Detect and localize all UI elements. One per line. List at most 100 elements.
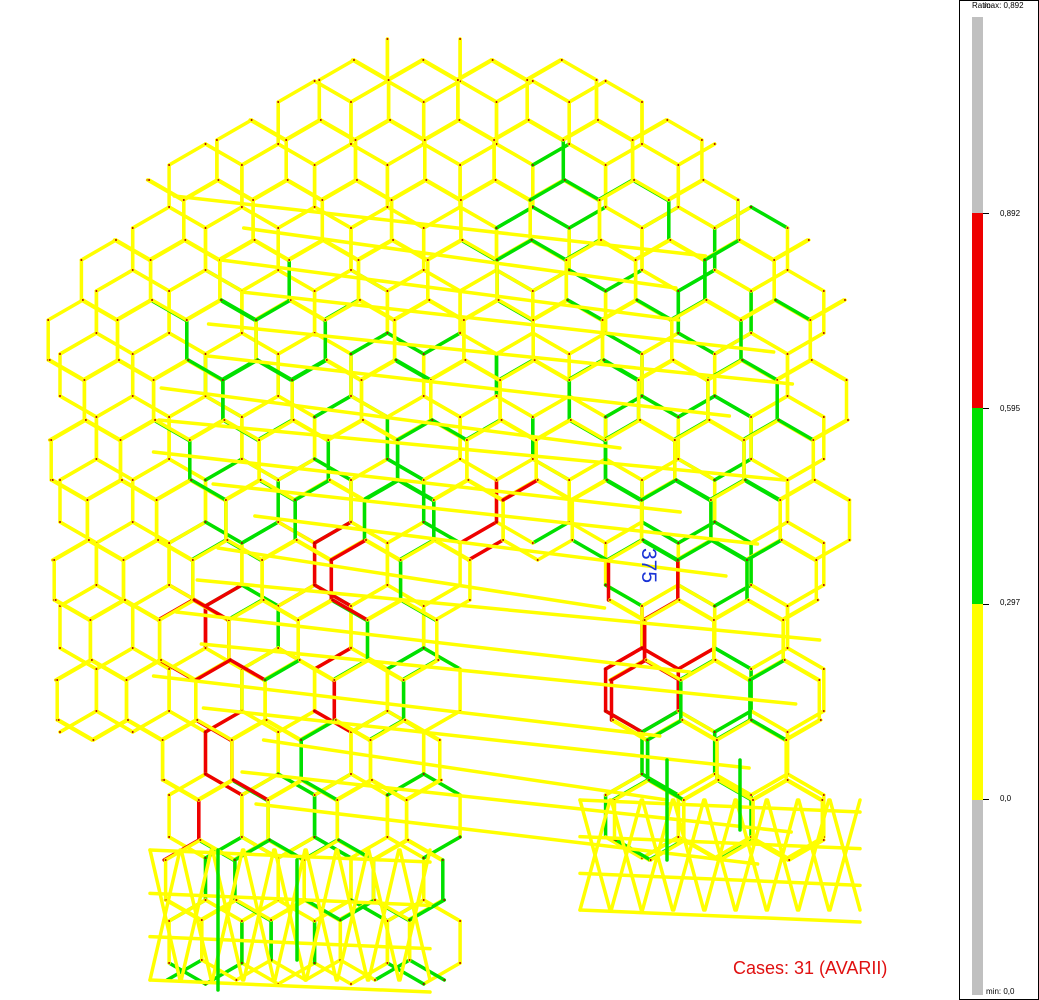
frame-member[interactable] bbox=[240, 331, 280, 356]
frame-member[interactable] bbox=[130, 520, 171, 545]
frame-member[interactable] bbox=[183, 238, 222, 262]
frame-member[interactable] bbox=[569, 418, 608, 442]
frame-member[interactable] bbox=[671, 358, 710, 382]
frame-member[interactable] bbox=[123, 598, 162, 622]
frame-member[interactable] bbox=[317, 58, 356, 82]
frame-member[interactable] bbox=[364, 538, 403, 562]
frame-member[interactable] bbox=[567, 79, 608, 104]
frame-member[interactable] bbox=[203, 268, 244, 293]
frame-member[interactable] bbox=[47, 358, 87, 382]
frame-member[interactable] bbox=[94, 331, 135, 356]
frame-member[interactable] bbox=[749, 394, 790, 419]
frame-member[interactable] bbox=[58, 394, 99, 419]
frame-member[interactable] bbox=[361, 418, 400, 442]
frame-member[interactable] bbox=[234, 898, 273, 922]
frame-member[interactable] bbox=[130, 709, 171, 734]
frame-member[interactable] bbox=[421, 142, 462, 167]
frame-member[interactable] bbox=[742, 418, 781, 442]
frame-member[interactable] bbox=[779, 538, 819, 562]
frame-member[interactable] bbox=[703, 238, 742, 262]
frame-member[interactable] bbox=[494, 394, 535, 419]
frame-member[interactable] bbox=[748, 658, 787, 682]
frame-member[interactable] bbox=[456, 58, 495, 82]
frame-member[interactable] bbox=[58, 709, 99, 734]
frame-member[interactable] bbox=[276, 142, 317, 167]
frame-member[interactable] bbox=[639, 478, 679, 502]
frame-member[interactable] bbox=[526, 118, 566, 142]
frame-member[interactable] bbox=[560, 58, 599, 82]
frame-member[interactable] bbox=[712, 205, 753, 230]
frame-member[interactable] bbox=[630, 118, 670, 142]
frame-member[interactable] bbox=[266, 778, 305, 802]
frame-member[interactable] bbox=[398, 538, 438, 562]
frame-member[interactable] bbox=[228, 658, 267, 682]
frame-member[interactable] bbox=[813, 538, 852, 562]
frame-member[interactable] bbox=[385, 142, 426, 167]
frame-member[interactable] bbox=[645, 718, 685, 742]
frame-member[interactable] bbox=[494, 142, 535, 167]
frame-member[interactable] bbox=[599, 238, 638, 262]
frame-member[interactable] bbox=[494, 268, 535, 293]
frame-member[interactable] bbox=[570, 478, 609, 502]
frame-member[interactable] bbox=[602, 358, 641, 382]
frame-member[interactable] bbox=[776, 418, 816, 442]
frame-member[interactable] bbox=[531, 394, 571, 419]
frame-member[interactable] bbox=[221, 358, 260, 382]
frame-member[interactable] bbox=[749, 268, 790, 293]
frame-member[interactable] bbox=[667, 178, 706, 202]
frame-member[interactable] bbox=[563, 178, 602, 202]
frame-member[interactable] bbox=[458, 142, 499, 167]
frame-member[interactable] bbox=[785, 457, 826, 482]
frame-member[interactable] bbox=[740, 358, 779, 382]
frame-member[interactable] bbox=[81, 298, 120, 322]
frame-member[interactable] bbox=[197, 778, 236, 802]
frame-member[interactable] bbox=[531, 457, 571, 482]
frame-member[interactable] bbox=[810, 358, 849, 382]
frame-member[interactable] bbox=[785, 331, 826, 356]
frame-member[interactable] bbox=[151, 674, 662, 738]
frame-member[interactable] bbox=[712, 646, 753, 671]
frame-member[interactable] bbox=[567, 331, 608, 356]
frame-member[interactable] bbox=[458, 79, 499, 104]
frame-member[interactable] bbox=[312, 142, 353, 167]
frame-member[interactable] bbox=[167, 205, 208, 230]
frame-member[interactable] bbox=[458, 520, 499, 545]
frame-member[interactable] bbox=[605, 478, 644, 502]
frame-member[interactable] bbox=[496, 298, 535, 322]
frame-member[interactable] bbox=[712, 772, 753, 797]
frame-member[interactable] bbox=[203, 205, 244, 230]
frame-member[interactable] bbox=[130, 205, 171, 230]
frame-member[interactable] bbox=[457, 118, 496, 142]
frame-member[interactable] bbox=[156, 538, 195, 562]
frame-member[interactable] bbox=[603, 205, 644, 230]
frame-member[interactable] bbox=[532, 358, 572, 382]
frame-member[interactable] bbox=[388, 118, 427, 142]
frame-member[interactable] bbox=[712, 268, 753, 293]
frame-member[interactable] bbox=[216, 178, 255, 202]
frame-member[interactable] bbox=[203, 142, 244, 167]
frame-member[interactable] bbox=[329, 538, 368, 562]
frame-member[interactable] bbox=[206, 354, 732, 418]
frame-member[interactable] bbox=[263, 658, 302, 682]
frame-member[interactable] bbox=[239, 290, 776, 354]
frame-member[interactable] bbox=[82, 358, 121, 382]
frame-member[interactable] bbox=[389, 178, 429, 202]
frame-member[interactable] bbox=[676, 268, 717, 293]
frame-member[interactable] bbox=[458, 394, 499, 419]
frame-member[interactable] bbox=[160, 718, 200, 742]
frame-member[interactable] bbox=[640, 142, 681, 167]
frame-member[interactable] bbox=[811, 418, 850, 442]
frame-member[interactable] bbox=[58, 331, 99, 356]
frame-member[interactable] bbox=[808, 298, 847, 322]
frame-member[interactable] bbox=[460, 238, 499, 262]
frame-member[interactable] bbox=[79, 238, 118, 262]
frame-member[interactable] bbox=[531, 520, 571, 545]
frame-member[interactable] bbox=[737, 238, 776, 262]
frame-member[interactable] bbox=[115, 298, 154, 322]
frame-member[interactable] bbox=[743, 478, 782, 502]
frame-member[interactable] bbox=[249, 118, 288, 142]
frame-member[interactable] bbox=[603, 520, 644, 545]
frame-member[interactable] bbox=[494, 331, 535, 356]
frame-member[interactable] bbox=[531, 79, 571, 104]
frame-member[interactable] bbox=[676, 538, 715, 562]
